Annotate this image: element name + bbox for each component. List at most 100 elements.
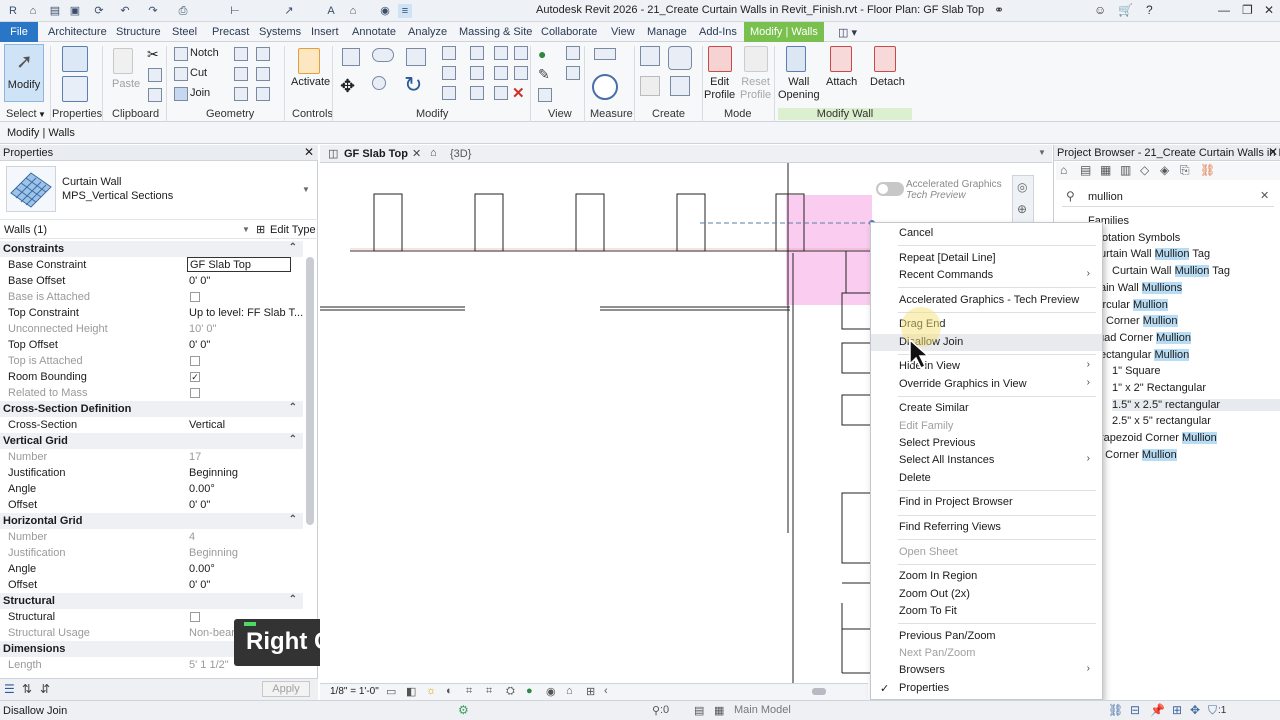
browser-tree-item[interactable]: 1" Square: [1112, 365, 1161, 377]
create-similar-icon[interactable]: [670, 76, 690, 96]
join-label[interactable]: Join: [190, 87, 210, 99]
browser-tree-item[interactable]: ain Wall Mullions: [1100, 281, 1183, 294]
crop-view-icon[interactable]: ⌗: [466, 685, 472, 698]
property-value[interactable]: 0.00°: [189, 483, 215, 495]
filter-icon[interactable]: ⛉: [1208, 703, 1217, 718]
visual-style-icon[interactable]: ◧: [406, 685, 416, 698]
move-arrows-icon[interactable]: [514, 46, 528, 60]
property-checkbox[interactable]: ✓: [190, 372, 200, 382]
collapse-icon[interactable]: ⌃: [289, 402, 297, 413]
edit-type-button[interactable]: Edit Type: [270, 224, 316, 236]
property-row[interactable]: Top is Attached: [0, 353, 303, 369]
property-value[interactable]: Up to level: FF Slab T...: [189, 307, 303, 319]
edit-profile-button[interactable]: Edit Profile: [704, 76, 735, 102]
browser-tree-item[interactable]: ' Corner Mullion: [1100, 448, 1177, 461]
distribute-icon[interactable]: [514, 66, 528, 80]
property-row[interactable]: Base Constraint GF Slab Top: [0, 257, 303, 273]
browser-tree-item[interactable]: urtain Wall Mullion Tag: [1100, 248, 1210, 261]
context-menu-item[interactable]: Zoom Out (2x): [871, 586, 1102, 603]
cut-geometry-icon[interactable]: [174, 67, 188, 81]
property-value[interactable]: 0' 0": [189, 339, 210, 351]
move-icon[interactable]: ✥: [340, 76, 355, 97]
property-value[interactable]: 0.00°: [189, 563, 215, 575]
context-menu-item[interactable]: Hide in View ›: [871, 358, 1102, 375]
property-group[interactable]: Vertical Grid ⌃: [0, 433, 303, 449]
edit-type-icon[interactable]: ⊞: [256, 223, 265, 236]
property-row[interactable]: Angle 0.00°: [0, 561, 303, 577]
dimension-icon[interactable]: [592, 74, 618, 100]
cut-scissors-icon[interactable]: ✂: [147, 46, 159, 63]
redo-icon[interactable]: ↷: [146, 4, 160, 18]
context-menu-item[interactable]: Find in Project Browser: [871, 494, 1102, 511]
binoculars-icon[interactable]: ⚭: [994, 3, 1004, 17]
browser-links-icon[interactable]: ⎘: [1180, 163, 1190, 178]
context-menu-item[interactable]: Accelerated Graphics - Tech Preview: [871, 292, 1102, 309]
sort-descending-icon[interactable]: ⇵: [40, 682, 50, 696]
property-value[interactable]: 17: [189, 451, 201, 463]
tab-collaborate[interactable]: Collaborate: [535, 22, 603, 42]
select-links-icon[interactable]: ⛓: [1108, 703, 1123, 717]
sun-path-icon[interactable]: ☼: [426, 685, 436, 697]
close-icon[interactable]: ✕: [1268, 145, 1278, 159]
tab-massing-site[interactable]: Massing & Site: [453, 22, 538, 42]
wall-joins-icon[interactable]: [234, 67, 248, 81]
copy-element-icon[interactable]: [372, 76, 386, 90]
rotate-icon[interactable]: ↻: [404, 72, 422, 98]
mirror-icon[interactable]: [406, 48, 426, 66]
hide-element-icon[interactable]: ●: [538, 46, 546, 62]
browser-search-box[interactable]: ⚲ mullion ✕: [1062, 187, 1274, 207]
view-template-icon[interactable]: [566, 66, 580, 80]
analytical-model-icon[interactable]: ⌂: [566, 685, 573, 697]
design-options-icon[interactable]: ▤: [694, 704, 704, 717]
sync-icon[interactable]: ⟳: [92, 4, 106, 18]
default-3d-icon[interactable]: ⌂: [346, 4, 360, 18]
detail-level-icon[interactable]: ▭: [386, 685, 396, 698]
context-menu-item[interactable]: Repeat [Detail Line]: [871, 250, 1102, 267]
select-underlay-icon[interactable]: ⊟: [1130, 703, 1140, 717]
lock-3d-icon[interactable]: ⛭: [506, 685, 515, 698]
tab-add-ins[interactable]: Add-Ins: [693, 22, 743, 42]
context-menu-item[interactable]: Zoom In Region: [871, 568, 1102, 585]
create-assembly-icon[interactable]: [640, 46, 660, 66]
save-icon[interactable]: ▣: [68, 4, 82, 18]
property-row[interactable]: Justification Beginning: [0, 545, 303, 561]
tab-manage[interactable]: Manage: [641, 22, 693, 42]
view-icon[interactable]: [566, 46, 580, 60]
context-menu-item[interactable]: Select All Instances ›: [871, 452, 1102, 469]
property-value[interactable]: Vertical: [189, 419, 225, 431]
section-icon[interactable]: ◉: [378, 4, 392, 18]
type-properties-icon[interactable]: [62, 46, 88, 72]
chevron-down-icon[interactable]: ▼: [38, 110, 46, 119]
tab-precast[interactable]: Precast: [206, 22, 255, 42]
property-row[interactable]: Cross-Section Vertical: [0, 417, 303, 433]
tab-systems[interactable]: Systems: [253, 22, 307, 42]
show-crop-icon[interactable]: ⌗: [486, 685, 492, 698]
browser-tree-item[interactable]: rapezoid Corner Mullion: [1100, 432, 1217, 445]
select-pinned-icon[interactable]: 📌: [1150, 703, 1165, 717]
paste-label[interactable]: Paste: [112, 78, 140, 90]
activate-icon[interactable]: [298, 48, 320, 74]
linework-icon[interactable]: [538, 88, 552, 102]
property-row[interactable]: Base is Attached: [0, 289, 303, 305]
browser-tree-item[interactable]: uad Corner Mullion: [1098, 331, 1191, 344]
zoom-icon[interactable]: ⊕: [1017, 202, 1027, 216]
wall-opening-icon[interactable]: [786, 46, 806, 72]
edit-profile-icon[interactable]: [708, 46, 732, 72]
tab-steel[interactable]: Steel: [166, 22, 203, 42]
create-parts-icon[interactable]: [640, 76, 660, 96]
context-menu-item[interactable]: Zoom To Fit: [871, 603, 1102, 620]
context-menu-item[interactable]: Browsers ›: [871, 662, 1102, 679]
context-menu-item[interactable]: Open Sheet: [871, 544, 1102, 561]
attach-button[interactable]: Attach: [826, 76, 857, 88]
property-value[interactable]: 5' 1 1/2": [189, 659, 229, 671]
aligned-dimension-icon[interactable]: ↗: [282, 4, 296, 18]
view-scale[interactable]: 1/8" = 1'-0": [330, 686, 379, 697]
property-value[interactable]: 10' 0": [189, 323, 216, 335]
panel-select-label[interactable]: Select: [6, 108, 37, 120]
steering-wheel-icon[interactable]: ◎: [1017, 180, 1027, 194]
property-group[interactable]: Cross-Section Definition ⌃: [0, 401, 303, 417]
browser-home-icon[interactable]: ⌂: [1060, 163, 1067, 177]
browser-sheets-icon[interactable]: ▦: [1100, 163, 1111, 177]
property-value[interactable]: Beginning: [189, 547, 238, 559]
collapse-icon[interactable]: ⌃: [289, 514, 297, 525]
